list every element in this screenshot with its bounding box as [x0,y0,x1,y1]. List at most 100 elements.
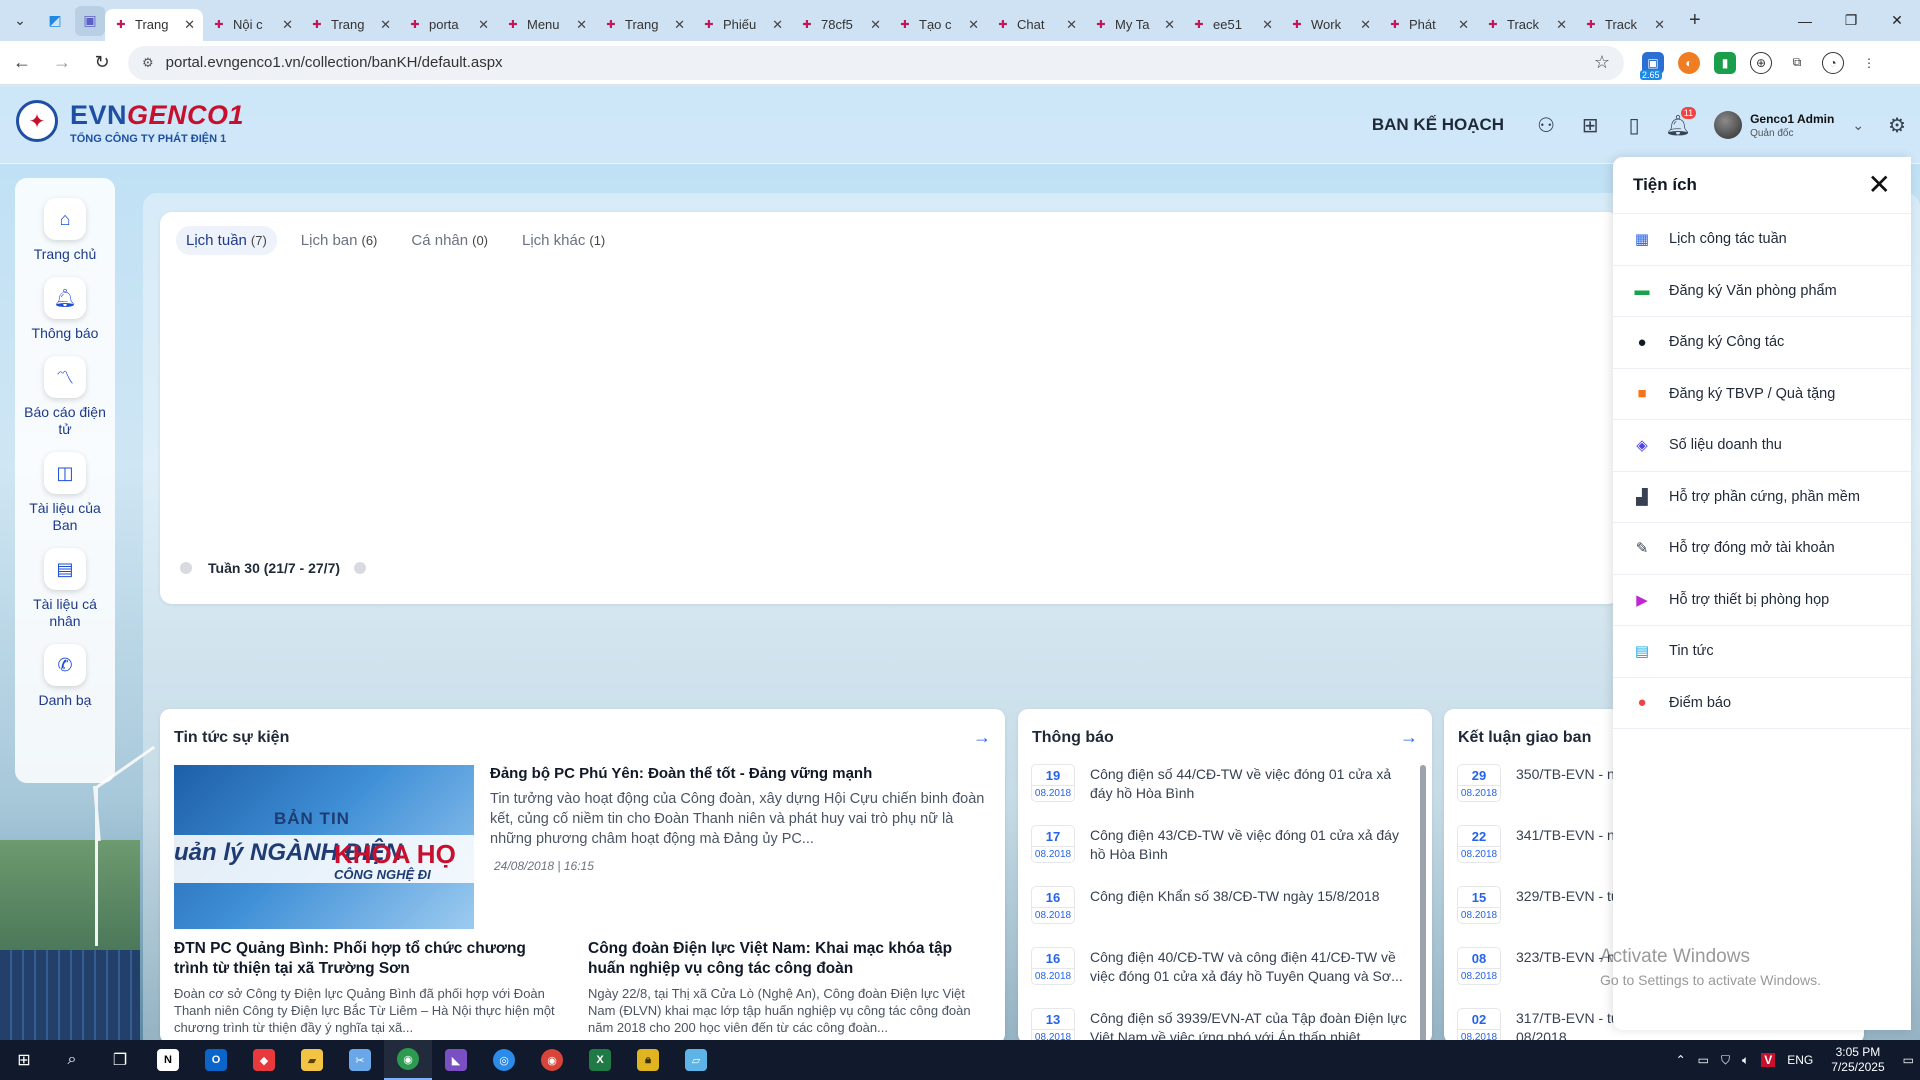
utility-item[interactable]: ▦ Lịch công tác tuần [1613,214,1911,266]
anydesk-icon[interactable]: ◆ [240,1040,288,1080]
calendar-tab[interactable]: Cá nhân (0) [401,226,498,255]
utility-item[interactable]: ▟ Hỗ trợ phần cứng, phần mềm [1613,472,1911,523]
prev-week-button[interactable] [180,562,192,574]
notion-icon[interactable]: N [144,1040,192,1080]
utility-item[interactable]: ● Điểm báo [1613,678,1911,729]
user-menu[interactable]: Genco1 Admin Quản đốc ⌄ [1714,111,1864,139]
tab-close-icon[interactable]: ✕ [674,17,685,33]
teams-icon[interactable]: ▣ [75,5,105,36]
tab-close-icon[interactable]: ✕ [1066,17,1077,33]
file-explorer-icon[interactable]: ▰ [288,1040,336,1080]
url-input[interactable]: ⚙ portal.evngenco1.vn/collection/banKH/d… [128,45,1624,80]
browser-tab[interactable]: ✚ Phiếu ✕ [693,9,791,41]
snipping-icon[interactable]: ✂ [336,1040,384,1080]
chrome-profile-icon[interactable]: ◉ [528,1040,576,1080]
forward-button[interactable]: → [44,45,80,81]
minimize-button[interactable]: — [1782,0,1828,41]
outlook-icon[interactable]: O [192,1040,240,1080]
news-item-title[interactable]: Công đoàn Điện lực Việt Nam: Khai mạc kh… [588,939,978,979]
clock[interactable]: 3:05 PM 7/25/2025 [1831,1045,1884,1075]
tab-close-icon[interactable]: ✕ [576,17,587,33]
search-icon[interactable]: ⌕ [48,1040,96,1080]
calendar-tab[interactable]: Lịch khác (1) [512,226,615,255]
browser-tab[interactable]: ✚ Menu ✕ [497,9,595,41]
list-item[interactable]: 13 08.2018 Công điện số 3939/EVN-AT của Tậ… [1032,1009,1412,1040]
next-week-button[interactable] [354,562,367,574]
news-headline-title[interactable]: Đảng bộ PC Phú Yên: Đoàn thể tốt - Đảng … [490,765,990,782]
calendar-tab[interactable]: Lịch ban (6) [291,226,388,255]
tab-close-icon[interactable]: ✕ [772,17,783,33]
visual-studio-icon[interactable]: ◣ [432,1040,480,1080]
language-indicator[interactable]: ENG [1787,1053,1813,1067]
apps-grid-icon[interactable]: ⊞ [1568,103,1612,147]
browser-tab[interactable]: ✚ My Ta ✕ [1085,9,1183,41]
browser-tab[interactable]: ✚ Chat ✕ [987,9,1085,41]
reload-button[interactable]: ↻ [84,45,120,81]
scrollbar-thumb[interactable] [1420,765,1426,1040]
arrow-right-icon[interactable]: → [973,727,991,748]
notes-icon[interactable]: ▱ [672,1040,720,1080]
vietkey-icon[interactable]: V [1761,1053,1776,1067]
extensions-puzzle-icon[interactable]: ⧉ [1786,51,1808,74]
browser-tab[interactable]: ✚ Phát ✕ [1379,9,1477,41]
browser-tab[interactable]: ✚ Track ✕ [1477,9,1575,41]
list-item[interactable]: 16 08.2018 Công điện Khẩn số 38/CĐ-TW ngày… [1032,887,1412,948]
extension-icon-2[interactable]: ◐ [1678,51,1700,74]
close-window-button[interactable]: ✕ [1874,0,1920,41]
sidebar-item[interactable]: 〽 Báo cáo điện tử [15,356,115,438]
extension-icon-1[interactable]: ▣ 2.65 [1640,51,1664,80]
browser-tab[interactable]: ✚ Trang ✕ [301,9,399,41]
utility-item[interactable]: ■ Đăng ký TBVP / Quà tặng [1613,369,1911,420]
back-button[interactable]: ← [4,45,40,81]
excel-icon[interactable]: X [576,1040,624,1080]
tab-close-icon[interactable]: ✕ [1262,17,1273,33]
tab-close-icon[interactable]: ✕ [1458,17,1469,33]
tab-close-icon[interactable]: ✕ [380,17,391,33]
tab-close-icon[interactable]: ✕ [1164,17,1175,33]
gear-icon[interactable]: ⚙ [1888,113,1906,138]
utility-item[interactable]: ● Đăng ký Công tác [1613,317,1911,369]
extension-icon-3[interactable]: ▮ [1714,51,1736,74]
messenger-icon[interactable]: ◎ [480,1040,528,1080]
sidebar-item[interactable]: ◫ Tài liệu của Ban [15,452,115,534]
restore-button[interactable]: ❐ [1828,0,1874,41]
browser-tab[interactable]: ✚ porta ✕ [399,9,497,41]
chrome-icon[interactable]: ◉ [384,1040,432,1080]
department-name[interactable]: BAN KẾ HOẠCH [1372,115,1504,135]
tab-close-icon[interactable]: ✕ [968,17,979,33]
lock-app-icon[interactable]: 🔒︎ [624,1040,672,1080]
notification-center-icon[interactable]: ▭ [1903,1053,1914,1067]
utility-item[interactable]: ▤ Tin tức [1613,626,1911,678]
chevron-down-icon[interactable]: ⌄ [1852,117,1864,134]
sidebar-item[interactable]: ✆ Danh bạ [15,644,115,709]
utility-item[interactable]: ▶ Hỗ trợ thiết bị phòng họp [1613,575,1911,626]
windows-start-icon[interactable]: ⊞ [0,1040,48,1080]
utility-item[interactable]: ✎ Hỗ trợ đóng mở tài khoản [1613,523,1911,575]
arrow-right-icon[interactable]: → [1400,727,1418,748]
calendar-tab[interactable]: Lịch tuần (7) [176,226,277,255]
tab-close-icon[interactable]: ✕ [1556,17,1567,33]
utility-item[interactable]: ◈ Số liệu doanh thu [1613,420,1911,472]
extension-icon-4[interactable]: ⊕ [1750,51,1772,74]
browser-tab[interactable]: ✚ 78cf5 ✕ [791,9,889,41]
browser-tab[interactable]: ✚ Work ✕ [1281,9,1379,41]
task-view-icon[interactable]: ❐ [96,1040,144,1080]
evn-logo-icon[interactable]: ✦ [16,100,58,142]
site-info-icon[interactable]: ⚙ [142,55,154,71]
users-icon[interactable]: ⚇ [1524,103,1568,147]
tab-close-icon[interactable]: ✕ [478,17,489,33]
browser-tab[interactable]: ✚ Tạo c ✕ [889,9,987,41]
bookmark-star-icon[interactable]: ☆ [1594,52,1610,73]
browser-menu-icon[interactable]: ⋮ [1858,51,1880,74]
browser-tab[interactable]: ✚ Trang ✕ [595,9,693,41]
list-item[interactable]: 17 08.2018 Công điện 43/CĐ-TW về việc đóng… [1032,826,1412,887]
list-item[interactable]: 19 08.2018 Công điện số 44/CĐ-TW về việc đ… [1032,765,1412,826]
browser-tab[interactable]: ✚ Track ✕ [1575,9,1673,41]
browser-tab[interactable]: ✚ ee51 ✕ [1183,9,1281,41]
tab-close-icon[interactable]: ✕ [1360,17,1371,33]
utility-item[interactable]: ▬ Đăng ký Văn phòng phẩm [1613,266,1911,317]
news-thumbnail[interactable]: BẢN TIN uản lý NGÀNH ĐIỆN KHOA HỌ CÔNG N… [174,765,474,929]
sidebar-item[interactable]: ⌂ Trang chủ [15,198,115,263]
app-icon[interactable]: ◩ [40,6,70,36]
security-icon[interactable]: ⛉ [1721,1053,1730,1068]
